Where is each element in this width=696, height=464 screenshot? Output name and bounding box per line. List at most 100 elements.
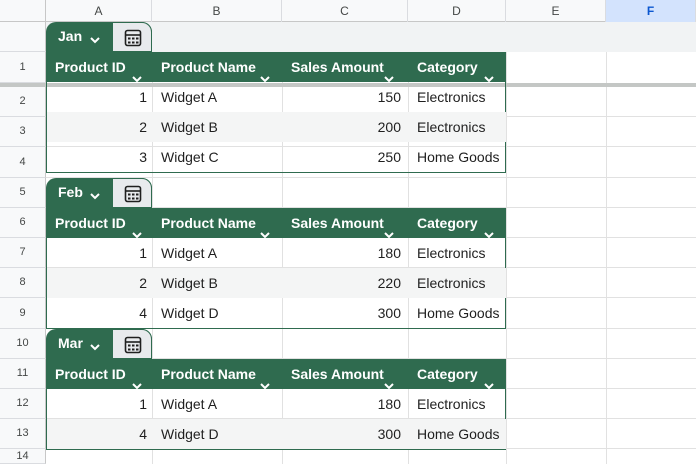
cell-product-name[interactable]: Widget B [161, 112, 281, 142]
cell-product-id[interactable]: 1 [47, 82, 147, 112]
column-header-label: Product ID [55, 366, 126, 382]
cell-product-name[interactable]: Widget A [161, 389, 281, 419]
column-header-sales-amount[interactable]: Sales Amount [282, 359, 408, 390]
table-row[interactable]: 3 Widget C 250 Home Goods [47, 142, 506, 172]
cell-product-id[interactable]: 2 [47, 268, 147, 298]
chevron-down-icon[interactable] [132, 219, 142, 239]
row-header-9[interactable]: 9 [0, 298, 46, 329]
row-header-11[interactable]: 11 [0, 359, 46, 389]
column-header-product-name[interactable]: Product Name [152, 52, 282, 83]
cell-product-id[interactable]: 4 [47, 298, 147, 328]
column-header-product-name[interactable]: Product Name [152, 208, 282, 239]
chevron-down-icon[interactable] [484, 219, 494, 239]
cell-product-name[interactable]: Widget A [161, 82, 281, 112]
table-name-chip[interactable]: Feb [46, 178, 152, 208]
column-header-c[interactable]: C [282, 0, 408, 22]
select-all-corner[interactable] [0, 0, 46, 22]
chevron-down-icon[interactable] [260, 370, 270, 390]
chevron-down-icon[interactable] [384, 219, 394, 239]
cell-category[interactable]: Electronics [417, 268, 507, 298]
table-row[interactable]: 4 Widget D 300 Home Goods [47, 298, 506, 328]
cell-product-name[interactable]: Widget C [161, 142, 281, 172]
row-number: 5 [19, 186, 26, 198]
cell-sales-amount[interactable]: 200 [283, 112, 401, 142]
row-header-3[interactable]: 3 [0, 117, 46, 147]
cell-category[interactable]: Electronics [417, 82, 507, 112]
row-header-13[interactable]: 13 [0, 419, 46, 449]
column-header-product-id[interactable]: Product ID [46, 359, 152, 390]
table-name-chip[interactable]: Mar [46, 329, 152, 359]
column-header-category[interactable]: Category [408, 208, 506, 239]
calculator-icon[interactable] [112, 329, 152, 359]
column-header-b[interactable]: B [152, 0, 282, 22]
chevron-down-icon[interactable] [484, 63, 494, 83]
column-header-a[interactable]: A [46, 0, 152, 22]
cell-category[interactable]: Home Goods [417, 298, 507, 328]
column-header-label: Category [417, 366, 478, 382]
row-header-blank [0, 22, 46, 52]
row-header-4[interactable]: 4 [0, 147, 46, 178]
cell-product-id[interactable]: 3 [47, 142, 147, 172]
chevron-down-icon[interactable] [90, 31, 100, 44]
column-header-product-id[interactable]: Product ID [46, 52, 152, 83]
cell-product-name[interactable]: Widget D [161, 298, 281, 328]
row-header-14[interactable]: 14 [0, 449, 46, 464]
cell-category[interactable]: Home Goods [417, 142, 507, 172]
column-header-category[interactable]: Category [408, 359, 506, 390]
chevron-down-icon[interactable] [260, 219, 270, 239]
chevron-down-icon[interactable] [132, 370, 142, 390]
table-row[interactable]: 2 Widget B 220 Electronics [47, 268, 506, 298]
row-header-1[interactable]: 1 [0, 52, 46, 83]
column-header-product-name[interactable]: Product Name [152, 359, 282, 390]
cell-sales-amount[interactable]: 250 [283, 142, 401, 172]
table-row[interactable]: 4 Widget D 300 Home Goods [47, 419, 506, 449]
column-header-e[interactable]: E [506, 0, 606, 22]
cell-sales-amount[interactable]: 300 [283, 298, 401, 328]
row-header-2[interactable]: 2 [0, 87, 46, 117]
table-row[interactable]: 1 Widget A 180 Electronics [47, 238, 506, 268]
cell-sales-amount[interactable]: 180 [283, 238, 401, 268]
column-header-f[interactable]: F [606, 0, 696, 22]
row-header-12[interactable]: 12 [0, 389, 46, 419]
cell-category[interactable]: Electronics [417, 112, 507, 142]
row-number: 8 [19, 276, 26, 288]
table-row[interactable]: 1 Widget A 150 Electronics [47, 82, 506, 112]
table-name-chip[interactable]: Jan [46, 22, 152, 52]
cell-category[interactable]: Electronics [417, 238, 507, 268]
cell-category[interactable]: Home Goods [417, 419, 507, 449]
column-header-label: Product Name [161, 366, 256, 382]
column-header-sales-amount[interactable]: Sales Amount [282, 52, 408, 83]
calculator-icon[interactable] [112, 22, 152, 52]
chevron-down-icon[interactable] [384, 370, 394, 390]
cell-sales-amount[interactable]: 150 [283, 82, 401, 112]
cell-product-name[interactable]: Widget D [161, 419, 281, 449]
cell-product-name[interactable]: Widget B [161, 268, 281, 298]
cell-sales-amount[interactable]: 180 [283, 389, 401, 419]
row-header-8[interactable]: 8 [0, 268, 46, 298]
cell-product-name[interactable]: Widget A [161, 238, 281, 268]
chevron-down-icon[interactable] [484, 370, 494, 390]
column-header-product-id[interactable]: Product ID [46, 208, 152, 239]
row-header-7[interactable]: 7 [0, 238, 46, 268]
row-header-6[interactable]: 6 [0, 208, 46, 238]
cell-product-id[interactable]: 1 [47, 238, 147, 268]
chevron-down-icon[interactable] [260, 63, 270, 83]
cell-product-id[interactable]: 4 [47, 419, 147, 449]
cell-product-id[interactable]: 2 [47, 112, 147, 142]
row-header-5[interactable]: 5 [0, 178, 46, 208]
table-row[interactable]: 2 Widget B 200 Electronics [47, 112, 506, 142]
cell-category[interactable]: Electronics [417, 389, 507, 419]
cell-sales-amount[interactable]: 220 [283, 268, 401, 298]
chevron-down-icon[interactable] [384, 63, 394, 83]
calculator-icon[interactable] [112, 178, 152, 208]
table-row[interactable]: 1 Widget A 180 Electronics [47, 389, 506, 419]
chevron-down-icon[interactable] [132, 63, 142, 83]
row-header-10[interactable]: 10 [0, 329, 46, 359]
column-header-sales-amount[interactable]: Sales Amount [282, 208, 408, 239]
chevron-down-icon[interactable] [90, 187, 100, 200]
column-header-d[interactable]: D [408, 0, 506, 22]
column-header-category[interactable]: Category [408, 52, 506, 83]
cell-product-id[interactable]: 1 [47, 389, 147, 419]
cell-sales-amount[interactable]: 300 [283, 419, 401, 449]
chevron-down-icon[interactable] [90, 338, 100, 351]
